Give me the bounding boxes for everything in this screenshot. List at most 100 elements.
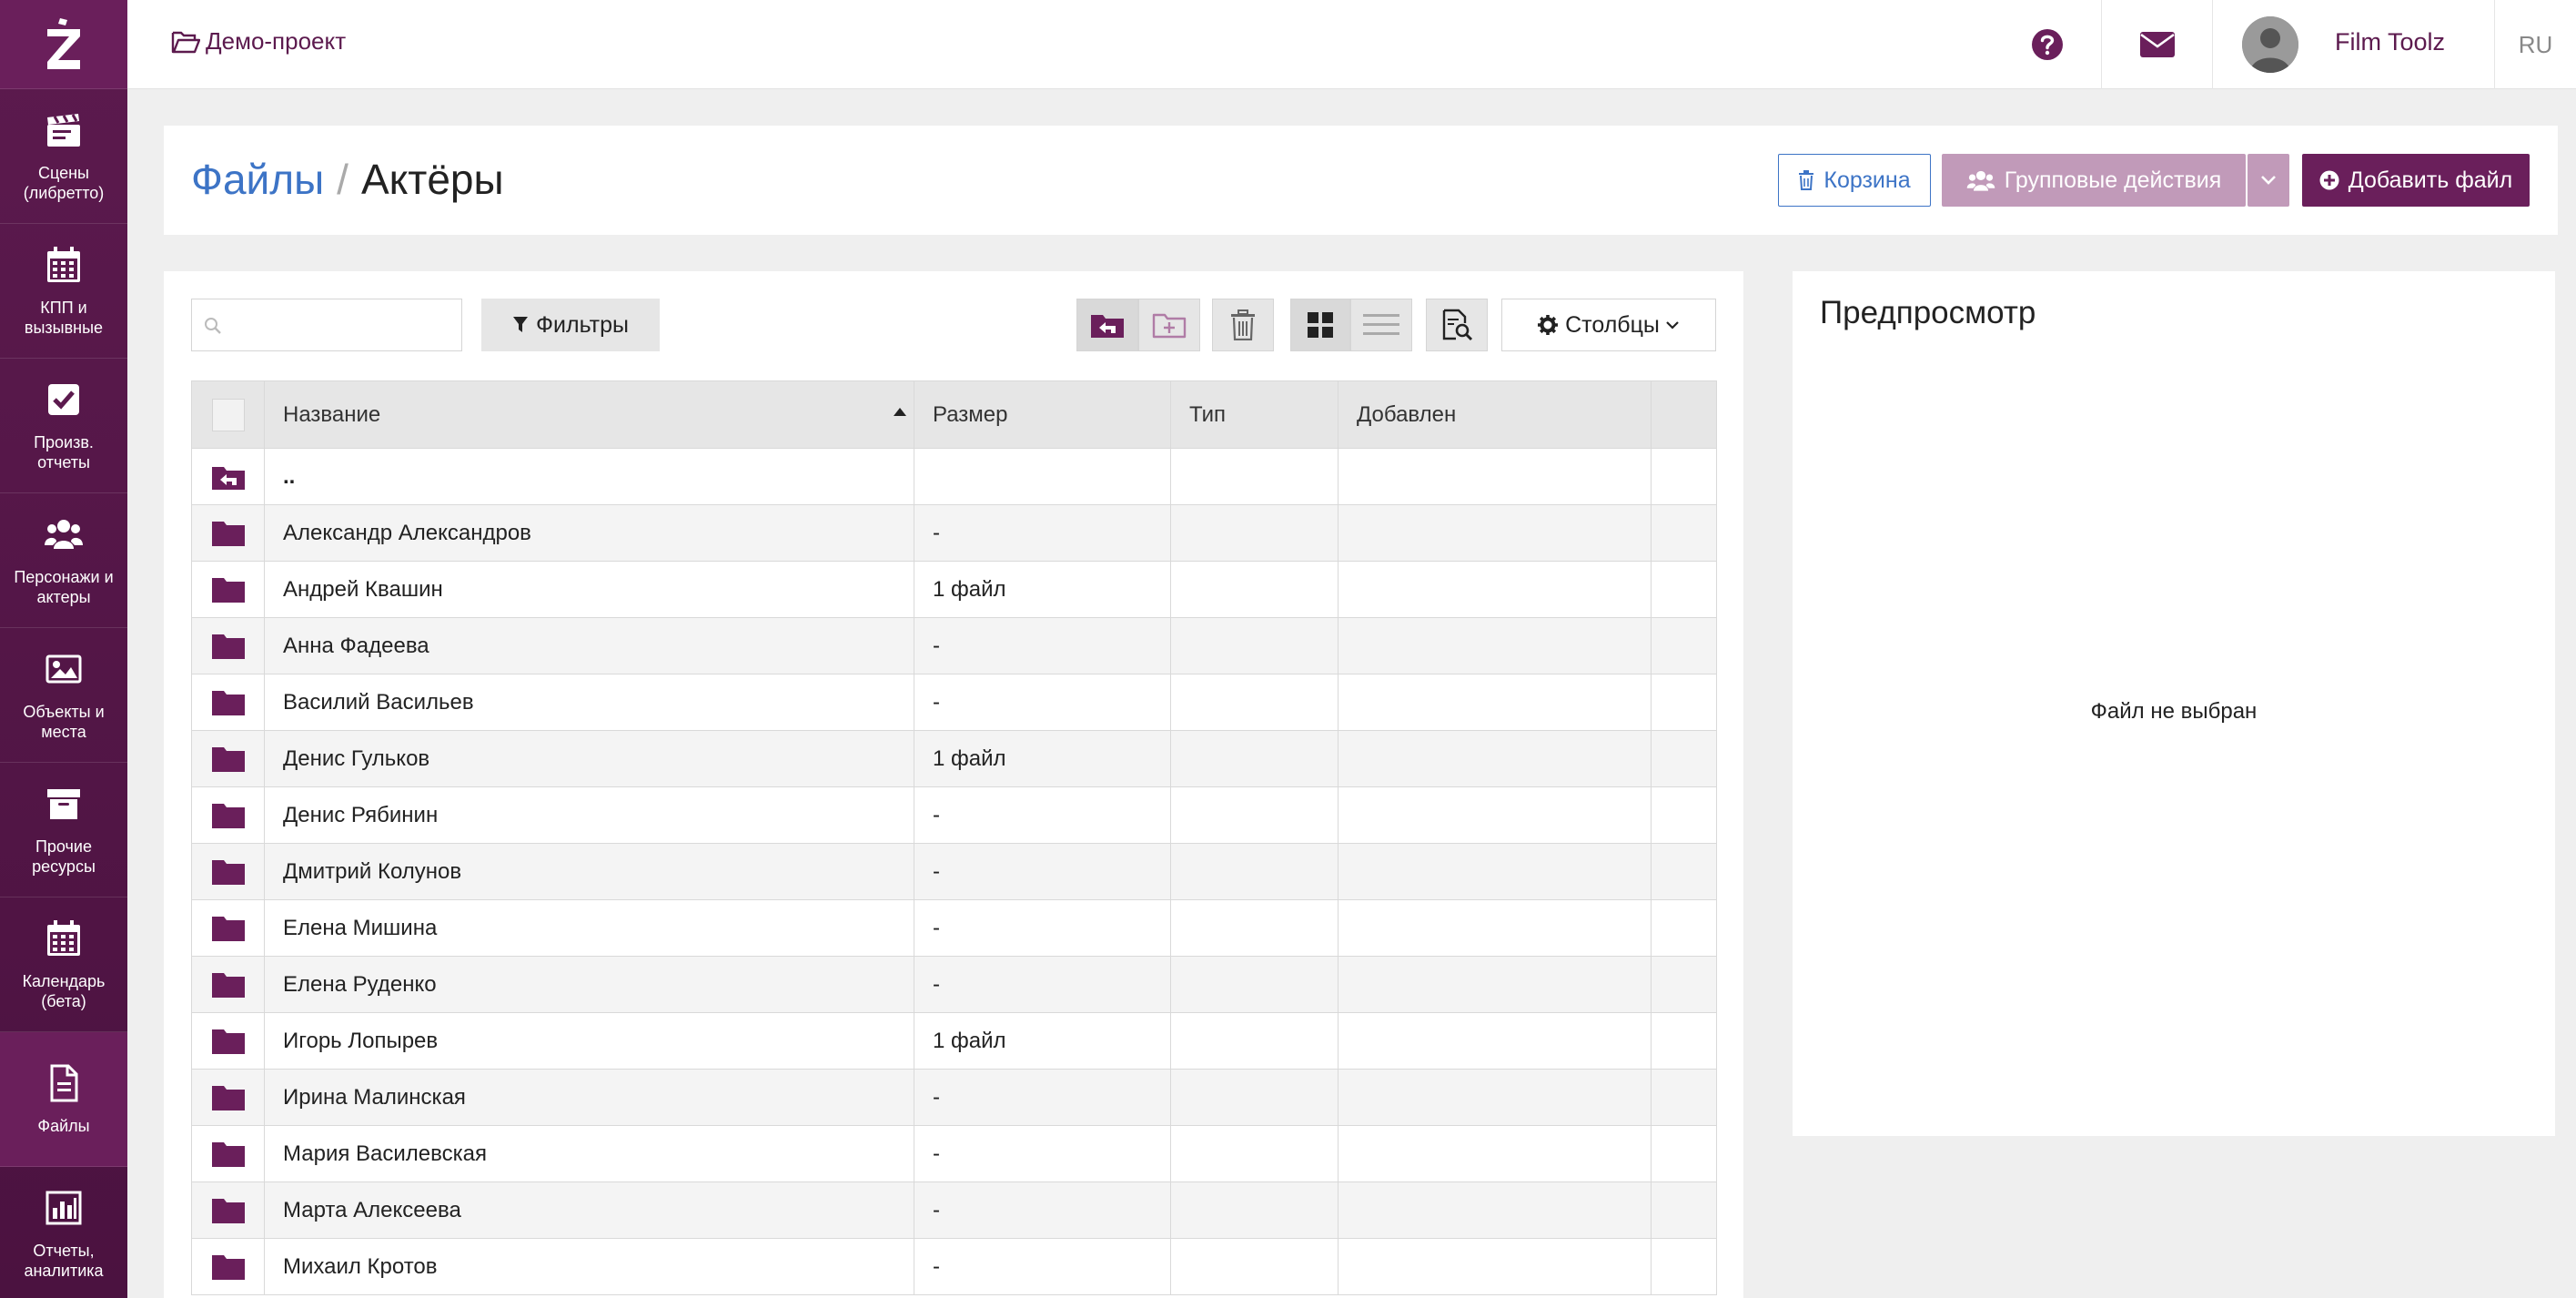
table-row[interactable]: Дмитрий Колунов - [191, 843, 1717, 900]
column-header-name[interactable]: Название [264, 380, 914, 449]
folder-icon [211, 1198, 245, 1223]
folder-icon [211, 746, 245, 772]
row-type [1170, 730, 1339, 787]
add-file-button[interactable]: Добавить файл [2302, 154, 2530, 207]
trash-button-label: Корзина [1823, 167, 1911, 193]
row-type [1170, 899, 1339, 957]
archive-icon [47, 788, 80, 819]
users-icon [1966, 170, 1995, 191]
row-added [1338, 1069, 1652, 1126]
folder-icon [211, 972, 245, 998]
group-actions-dropdown[interactable] [2248, 154, 2289, 207]
page-title: Актёры [360, 156, 504, 203]
row-added [1338, 956, 1652, 1013]
row-name: Василий Васильев [264, 674, 914, 731]
sidebar-item-files[interactable]: Файлы [0, 1032, 127, 1167]
sidebar-item-schedules[interactable]: КПП и вызывные [0, 224, 127, 359]
row-size: - [914, 956, 1171, 1013]
row-type [1170, 448, 1339, 505]
row-size: - [914, 1125, 1171, 1182]
app-logo[interactable] [0, 0, 127, 89]
project-link[interactable]: Демо-проект [171, 27, 346, 56]
user-menu[interactable]: Film Toolz [2213, 0, 2495, 89]
filters-button[interactable]: Фильтры [481, 299, 660, 351]
delete-button[interactable] [1212, 299, 1274, 351]
row-extra [1651, 504, 1717, 562]
table-row[interactable]: Михаил Кротов - [191, 1238, 1717, 1295]
columns-dropdown[interactable]: Столбцы [1501, 299, 1716, 351]
row-size: - [914, 504, 1171, 562]
row-icon-cell [191, 899, 265, 957]
row-name: Дмитрий Колунов [264, 843, 914, 900]
help-button[interactable] [1993, 0, 2102, 89]
table-row[interactable]: Игорь Лопырев 1 файл [191, 1012, 1717, 1070]
select-all-checkbox[interactable] [211, 398, 245, 431]
sidebar-item-label: Сцены (либретто) [23, 163, 105, 202]
sidebar-item-locations[interactable]: Объекты и места [0, 628, 127, 763]
sidebar-item-label: Календарь (бета) [22, 971, 106, 1010]
sidebar-item-reports-prod[interactable]: Произв. отчеты [0, 359, 127, 493]
row-size: 1 файл [914, 730, 1171, 787]
table-row[interactable]: Ирина Малинская - [191, 1069, 1717, 1126]
breadcrumb-separator: / [337, 156, 349, 203]
row-extra [1651, 1181, 1717, 1239]
list-icon [1363, 314, 1399, 335]
list-view-button[interactable] [1350, 299, 1412, 351]
row-name: Александр Александров [264, 504, 914, 562]
trash-button[interactable]: Корзина [1778, 154, 1931, 207]
folder-icon [211, 521, 245, 546]
folder-icon [211, 916, 245, 941]
table-row[interactable]: Александр Александров - [191, 504, 1717, 562]
folder-up-icon [1091, 315, 1124, 338]
language-switch[interactable]: RU [2495, 0, 2576, 89]
sidebar-item-calendar[interactable]: Календарь (бета) [0, 897, 127, 1032]
toggle-preview-button[interactable] [1426, 299, 1488, 351]
table-row[interactable]: Денис Рябинин - [191, 786, 1717, 844]
row-extra [1651, 1125, 1717, 1182]
project-name: Демо-проект [206, 27, 347, 55]
table-row[interactable]: Мария Василевская - [191, 1125, 1717, 1182]
table-row[interactable]: Елена Мишина - [191, 899, 1717, 957]
row-size: - [914, 899, 1171, 957]
row-name: Денис Рябинин [264, 786, 914, 844]
folder-up-button[interactable] [1076, 299, 1138, 351]
row-size [914, 448, 1171, 505]
sidebar-item-analytics[interactable]: Отчеты, аналитика [0, 1167, 127, 1298]
table-row[interactable]: Денис Гульков 1 файл [191, 730, 1717, 787]
row-icon-cell [191, 1125, 265, 1182]
column-header-label: Название [283, 401, 381, 427]
row-added [1338, 1125, 1652, 1182]
folder-open-icon [171, 31, 200, 53]
messages-button[interactable] [2102, 0, 2213, 89]
row-icon-cell [191, 843, 265, 900]
row-added [1338, 730, 1652, 787]
chevron-down-icon [2261, 176, 2276, 185]
breadcrumb-files-link[interactable]: Файлы [191, 156, 324, 203]
row-extra [1651, 1012, 1717, 1070]
table-row[interactable]: Марта Алексеева - [191, 1181, 1717, 1239]
table-row[interactable]: Анна Фадеева - [191, 617, 1717, 674]
row-type [1170, 843, 1339, 900]
row-extra [1651, 674, 1717, 731]
row-icon-cell [191, 786, 265, 844]
table-row[interactable]: Василий Васильев - [191, 674, 1717, 731]
folder-icon [211, 1029, 245, 1054]
new-folder-button[interactable] [1138, 299, 1200, 351]
file-browser: Фильтры Столбцы Название Размер Тип Доба… [164, 271, 1743, 1298]
search-input[interactable] [191, 299, 462, 351]
row-extra [1651, 899, 1717, 957]
add-file-label: Добавить файл [2348, 167, 2513, 193]
table-row[interactable]: Елена Руденко - [191, 956, 1717, 1013]
column-header-added[interactable]: Добавлен [1338, 380, 1652, 449]
column-header-size[interactable]: Размер [914, 380, 1171, 449]
row-icon-cell [191, 1069, 265, 1126]
sidebar-item-scenes[interactable]: Сцены (либретто) [0, 89, 127, 224]
group-actions-button[interactable]: Групповые действия [1942, 154, 2246, 207]
row-icon-cell [191, 448, 265, 505]
table-row[interactable]: Андрей Квашин 1 файл [191, 561, 1717, 618]
sidebar-item-resources[interactable]: Прочие ресурсы [0, 763, 127, 897]
table-row-parent[interactable]: .. [191, 448, 1717, 505]
column-header-type[interactable]: Тип [1170, 380, 1339, 449]
grid-view-button[interactable] [1290, 299, 1350, 351]
sidebar-item-characters[interactable]: Персонажи и актеры [0, 493, 127, 628]
